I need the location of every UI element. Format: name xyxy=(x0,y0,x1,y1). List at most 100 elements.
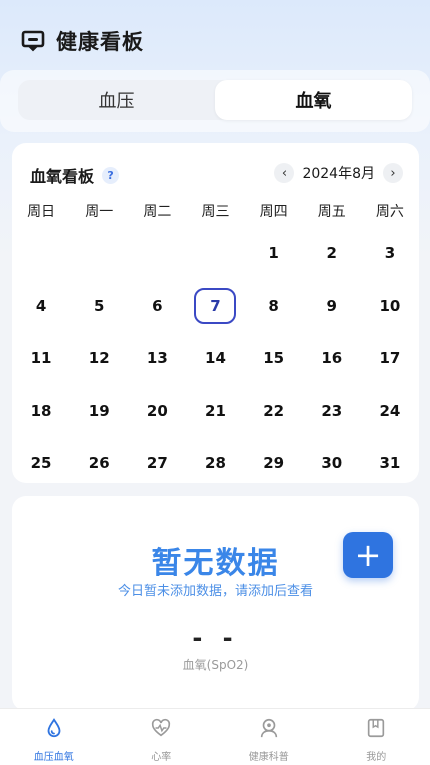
calendar-day[interactable]: 28 xyxy=(186,437,244,490)
next-month-button[interactable]: › xyxy=(383,163,403,183)
nav-label: 血压血氧 xyxy=(33,752,74,763)
calendar-day[interactable]: 20 xyxy=(128,385,186,438)
calendar-day[interactable]: 8 xyxy=(245,280,303,333)
weekday-label: 周三 xyxy=(201,204,230,220)
tab-blood-oxygen[interactable]: 血氧 xyxy=(215,80,412,120)
day-empty xyxy=(12,227,70,280)
nav-item-mine[interactable]: 我的 xyxy=(323,709,430,765)
calendar-day[interactable]: 12 xyxy=(70,332,128,385)
day-number: 27 xyxy=(146,454,168,473)
day-number: 21 xyxy=(205,401,226,420)
calendar-day[interactable]: 22 xyxy=(245,385,303,438)
calendar-day[interactable]: 18 xyxy=(12,385,70,438)
calendar-day[interactable]: 25 xyxy=(12,437,70,490)
add-record-button[interactable]: + xyxy=(343,532,393,578)
empty-state-subtitle: 今日暂未添加数据，请添加后查看 xyxy=(117,584,313,599)
calendar-day[interactable]: 19 xyxy=(70,385,128,438)
data-card: 暂无数据 + 今日暂未添加数据，请添加后查看 - - 血氧(SpO2) xyxy=(12,496,419,711)
calendar-day[interactable]: 23 xyxy=(303,385,361,438)
month-navigator: ‹ 2024年8月 › xyxy=(274,163,403,183)
calendar-day[interactable]: 13 xyxy=(128,332,186,385)
nav-item-health-science[interactable]: 健康科普 xyxy=(215,709,323,765)
day-number: 31 xyxy=(379,454,401,473)
book-icon xyxy=(365,717,387,743)
day-number: 12 xyxy=(88,349,110,368)
calendar-header: 血氧看板 ? xyxy=(30,163,120,187)
day-number: 29 xyxy=(263,454,285,473)
weekday-label: 周六 xyxy=(375,204,404,220)
calendar-day[interactable]: 27 xyxy=(128,437,186,490)
day-number: 10 xyxy=(379,296,401,315)
calendar-day[interactable]: 29 xyxy=(245,437,303,490)
calendar-day[interactable]: 24 xyxy=(361,385,419,438)
day-number: 16 xyxy=(321,349,343,368)
drop-icon xyxy=(43,717,65,743)
day-number: 15 xyxy=(263,349,285,368)
nav-label: 健康科普 xyxy=(248,752,289,763)
day-empty xyxy=(186,227,244,280)
weekday-row: 周日 周一 周二 周三 周四 周五 周六 xyxy=(12,201,419,221)
tab-blood-pressure[interactable]: 血压 xyxy=(18,80,215,120)
heart-rate-icon xyxy=(149,717,173,743)
day-grid: 1 2 3 4 5 6 7 8 9 10 11 12 13 14 15 16 17 18 19 20 21 22 23 24 2… xyxy=(12,227,419,490)
calendar-day[interactable]: 3 xyxy=(361,227,419,280)
calendar-day[interactable]: 14 xyxy=(186,332,244,385)
day-number: 13 xyxy=(146,349,168,368)
calendar-day[interactable]: 15 xyxy=(245,332,303,385)
calendar-day-today[interactable]: 7 xyxy=(186,280,244,333)
day-number: 11 xyxy=(30,349,52,368)
day-number: 8 xyxy=(268,296,279,315)
day-empty xyxy=(128,227,186,280)
calendar-day[interactable]: 11 xyxy=(12,332,70,385)
calendar-day[interactable]: 5 xyxy=(70,280,128,333)
day-number: 30 xyxy=(321,454,343,473)
weekday-label: 周四 xyxy=(259,204,288,220)
day-number: 2 xyxy=(326,244,337,263)
calendar-day[interactable]: 31 xyxy=(361,437,419,490)
calendar-day[interactable]: 30 xyxy=(303,437,361,490)
day-number: 7 xyxy=(194,287,237,324)
day-number: 19 xyxy=(88,401,110,420)
day-number: 1 xyxy=(268,244,279,263)
calendar-day[interactable]: 4 xyxy=(12,280,70,333)
day-number: 6 xyxy=(152,296,163,315)
day-number: 5 xyxy=(93,296,105,315)
day-number: 20 xyxy=(146,401,168,420)
calendar-card: 血氧看板 ? ‹ 2024年8月 › 周日 周一 周二 周三 周四 周五 周六 123456… xyxy=(12,143,419,483)
tab-bar: 血压 血氧 xyxy=(18,80,412,120)
weekday-label: 周五 xyxy=(317,204,346,220)
day-number: 9 xyxy=(326,296,337,315)
app-header: 健康看板 xyxy=(20,26,144,56)
day-number: 14 xyxy=(205,349,226,368)
spo2-value: - - xyxy=(192,624,239,652)
calendar-day[interactable]: 17 xyxy=(361,332,419,385)
nav-item-blood[interactable]: 血压血氧 xyxy=(0,709,108,765)
calendar-title: 血氧看板 xyxy=(30,167,95,186)
nav-label: 我的 xyxy=(366,752,387,763)
help-icon[interactable]: ? xyxy=(102,166,120,184)
calendar-day[interactable]: 21 xyxy=(186,385,244,438)
day-number: 28 xyxy=(205,454,226,473)
doctor-icon xyxy=(258,717,280,743)
day-number: 23 xyxy=(321,401,343,420)
day-number: 22 xyxy=(263,401,285,420)
calendar-day[interactable]: 10 xyxy=(361,280,419,333)
monitor-chat-icon xyxy=(20,28,46,54)
calendar-day[interactable]: 2 xyxy=(303,227,361,280)
spo2-label: 血氧(SpO2) xyxy=(182,658,249,672)
day-number: 18 xyxy=(30,401,52,420)
page-title: 健康看板 xyxy=(56,30,144,54)
bottom-navigation: 血压血氧 心率 健康科普 我的 xyxy=(0,708,430,765)
calendar-day[interactable]: 9 xyxy=(303,280,361,333)
calendar-day[interactable]: 26 xyxy=(70,437,128,490)
nav-item-heart-rate[interactable]: 心率 xyxy=(108,709,216,765)
weekday-label: 周一 xyxy=(85,204,114,220)
calendar-day[interactable]: 6 xyxy=(128,280,186,333)
prev-month-button[interactable]: ‹ xyxy=(274,163,295,183)
day-number: 24 xyxy=(379,401,401,420)
calendar-day[interactable]: 16 xyxy=(303,332,361,385)
day-empty xyxy=(70,227,128,280)
calendar-day[interactable]: 1 xyxy=(245,227,303,280)
nav-label: 心率 xyxy=(151,752,172,763)
day-number: 3 xyxy=(384,244,396,263)
